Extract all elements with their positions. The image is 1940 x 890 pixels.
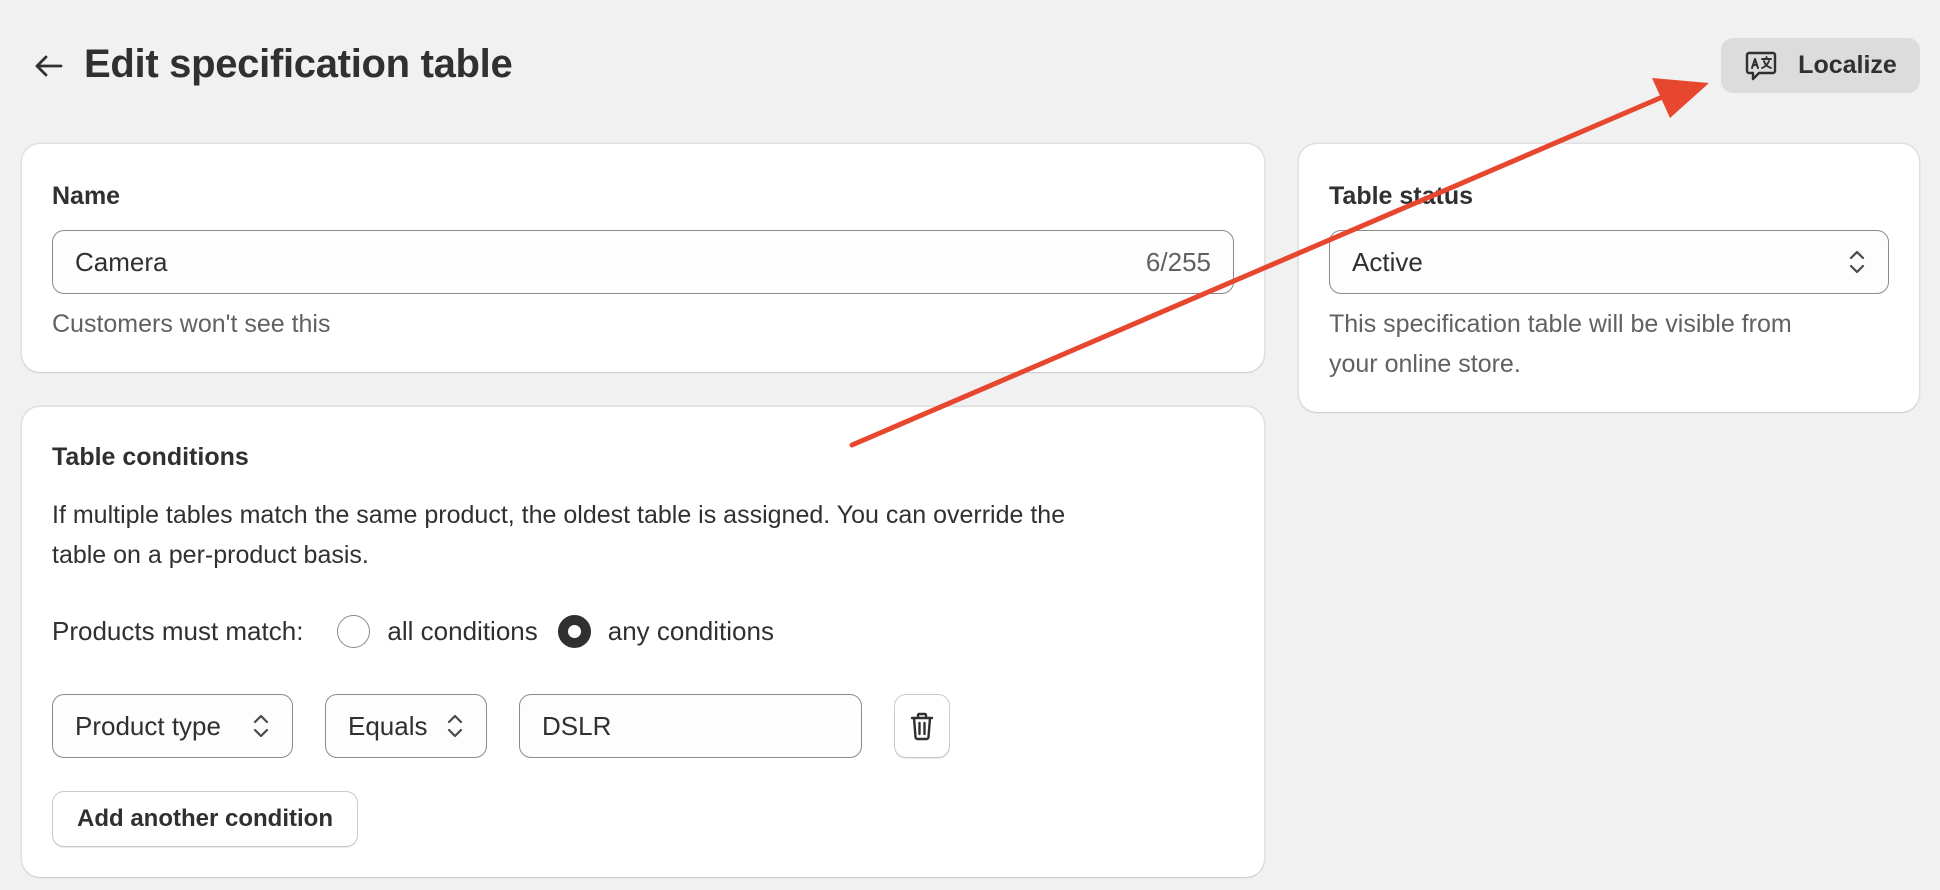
name-card: Name Camera 6/255 Customers won't see th… (22, 144, 1264, 372)
name-input-value: Camera (75, 246, 168, 277)
localize-label: Localize (1798, 51, 1897, 79)
page: Edit specification table Localize Name C… (0, 0, 1940, 890)
condition-operator-value: Equals (348, 710, 428, 741)
condition-value-input[interactable]: DSLR (519, 694, 862, 758)
conditions-heading: Table conditions (52, 443, 249, 471)
name-helper-text: Customers won't see this (52, 310, 331, 338)
condition-field-select[interactable]: Product type (52, 694, 293, 758)
conditions-card: Table conditions If multiple tables matc… (22, 407, 1264, 877)
trash-icon (910, 712, 934, 741)
condition-value: DSLR (542, 710, 612, 741)
match-label: Products must match: (52, 616, 304, 646)
arrow-left-icon (35, 55, 63, 77)
radio-any-conditions-label[interactable]: any conditions (608, 616, 774, 647)
radio-any-conditions[interactable] (557, 615, 591, 648)
name-input[interactable]: Camera 6/255 (52, 230, 1234, 294)
select-chevron-icon (252, 712, 270, 740)
select-chevron-icon (446, 712, 464, 740)
page-title: Edit specification table (84, 42, 513, 86)
status-heading: Table status (1329, 182, 1474, 210)
select-chevron-icon (1848, 248, 1866, 276)
add-condition-button[interactable]: Add another condition (52, 791, 358, 847)
match-radio-group: Products must match: all conditions any … (52, 615, 794, 648)
condition-operator-select[interactable]: Equals (325, 694, 487, 758)
description-line: If multiple tables match the same produc… (52, 501, 1066, 529)
delete-condition-button[interactable] (894, 694, 950, 758)
localize-button[interactable]: Localize (1721, 38, 1920, 93)
radio-all-conditions[interactable] (337, 615, 371, 648)
radio-all-conditions-label[interactable]: all conditions (387, 616, 537, 647)
status-select[interactable]: Active (1329, 230, 1889, 294)
character-counter: 6/255 (1145, 246, 1211, 277)
status-helper-line: This specification table will be visible… (1329, 310, 1792, 338)
condition-field-value: Product type (75, 710, 221, 741)
conditions-description: If multiple tables match the same produc… (52, 495, 1065, 575)
translate-icon (1745, 51, 1777, 80)
status-card: Table status Active This specification t… (1299, 144, 1919, 412)
back-button[interactable] (28, 46, 68, 86)
status-helper-text: This specification table will be visible… (1329, 304, 1792, 384)
description-line: table on a per-product basis. (52, 541, 369, 569)
name-heading: Name (52, 182, 121, 210)
status-select-value: Active (1352, 246, 1423, 277)
status-helper-line: your online store. (1329, 350, 1521, 378)
